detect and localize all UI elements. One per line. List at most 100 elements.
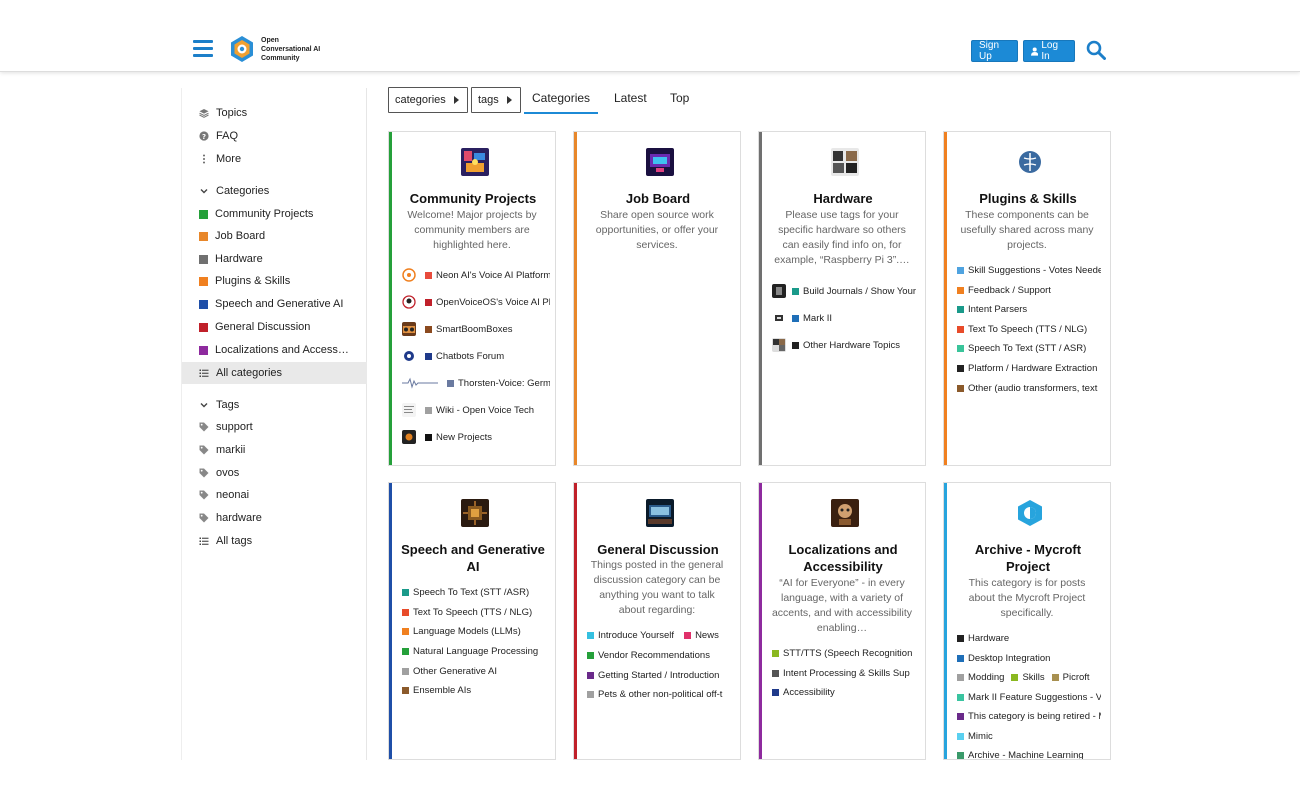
sidebar-item-tag-hardware[interactable]: hardware (182, 507, 367, 529)
category-card-archive-mycroft[interactable]: Archive - Mycroft Project This category … (943, 482, 1111, 760)
category-card-speech-generative-ai[interactable]: Speech and Generative AI Speech To Text … (388, 482, 556, 760)
subcategory-link[interactable]: Modding Skills Picroft (957, 672, 1101, 683)
sidebar-item-hardware[interactable]: Hardware (182, 248, 367, 270)
subcategory-link[interactable]: Ensemble AIs (402, 685, 546, 696)
category-card-localizations[interactable]: Localizations and Accessibility “AI for … (758, 482, 926, 760)
subcategory-label: Thorsten-Voice: German (458, 377, 550, 389)
category-title[interactable]: Community Projects (397, 190, 549, 207)
subcategory-link[interactable]: This category is being retired - Mycroft (957, 711, 1101, 722)
subcategory-swatch (425, 271, 432, 279)
subcategory-link[interactable]: New Projects (402, 430, 550, 444)
sidebar-item-topics[interactable]: Topics (182, 102, 367, 124)
subcategory-link[interactable]: Language Models (LLMs) (402, 626, 546, 637)
sidebar: Topics ? FAQ More Categories Community P… (181, 88, 367, 760)
site-logo[interactable]: Open Conversational AI Community (228, 35, 320, 63)
sidebar-item-more[interactable]: More (182, 148, 367, 170)
tags-section-toggle[interactable]: Tags (182, 394, 367, 416)
subcategory-link[interactable]: Text To Speech (TTS / NLG) (957, 324, 1101, 335)
tab-categories[interactable]: Categories (524, 91, 599, 114)
subcategory-link[interactable]: Chatbots Forum (402, 349, 550, 363)
subcategory-link[interactable]: Mark II Feature Suggestions - Votes (957, 692, 1101, 703)
category-title[interactable]: Plugins & Skills (952, 190, 1104, 207)
sidebar-item-job-board[interactable]: Job Board (182, 225, 367, 247)
subcategory-link[interactable]: Intent Processing & Skills Sup (772, 668, 916, 679)
subcategory-link[interactable]: Other Generative AI (402, 666, 546, 677)
subcategory-link[interactable]: Build Journals / Show Your (772, 284, 922, 298)
sidebar-item-tag-markii[interactable]: markii (182, 439, 367, 461)
subcategory-label: Neon AI's Voice AI Platform (436, 269, 550, 281)
subcategory-link[interactable]: Archive - Machine Learning (957, 750, 1101, 759)
category-logo-icon (831, 148, 859, 176)
sidebar-item-community-projects[interactable]: Community Projects (182, 203, 367, 225)
subcategory-link[interactable]: Desktop Integration (957, 653, 1101, 664)
search-icon[interactable] (1086, 40, 1106, 60)
subcategory-label: Hardware (968, 633, 1010, 644)
subcategory-link[interactable]: Accessibility (772, 687, 916, 698)
category-card-plugins-skills[interactable]: Plugins & Skills These components can be… (943, 131, 1111, 466)
categories-dropdown[interactable]: categories (388, 87, 468, 113)
subcategory-swatch (772, 650, 779, 657)
subcategory-link[interactable]: Platform / Hardware Extraction (957, 363, 1101, 374)
subcategory-link[interactable]: Introduce Yourself News (587, 630, 731, 641)
hamburger-menu-icon[interactable] (193, 40, 213, 58)
sidebar-item-speech-generative-ai[interactable]: Speech and Generative AI (182, 293, 367, 315)
sidebar-item-label: Plugins & Skills (215, 275, 291, 287)
sidebar-item-plugins-skills[interactable]: Plugins & Skills (182, 270, 367, 292)
subcategory-link[interactable]: Neon AI's Voice AI Platform (402, 268, 550, 282)
subcategory-label: Language Models (LLMs) (413, 626, 521, 637)
subcategory-link[interactable]: Mimic (957, 731, 1101, 742)
sidebar-item-all-categories[interactable]: All categories (182, 362, 367, 384)
tags-dropdown[interactable]: tags (471, 87, 521, 113)
category-card-job-board[interactable]: Job Board Share open source work opportu… (573, 131, 741, 466)
sign-up-button[interactable]: Sign Up (971, 40, 1018, 62)
tab-top[interactable]: Top (670, 91, 689, 105)
categories-section-toggle[interactable]: Categories (182, 180, 367, 202)
category-title[interactable]: Job Board (582, 190, 734, 207)
subcategory-link[interactable]: Skill Suggestions - Votes Needed (957, 265, 1101, 276)
subcategory-link[interactable]: Speech To Text (STT / ASR) (957, 343, 1101, 354)
category-title[interactable]: Speech and Generative AI (397, 541, 549, 575)
subcategory-swatch (957, 345, 964, 352)
subcategory-link[interactable]: Other (audio transformers, text (957, 383, 1101, 394)
tab-latest[interactable]: Latest (614, 91, 647, 105)
log-in-button[interactable]: Log In (1023, 40, 1075, 62)
subcategory-label[interactable]: Skills (1022, 672, 1044, 683)
sidebar-item-all-tags[interactable]: All tags (182, 530, 367, 552)
subcategory-link[interactable]: STT/TTS (Speech Recognition (772, 648, 916, 659)
subcategory-link[interactable]: Intent Parsers (957, 304, 1101, 315)
subcategory-link[interactable]: Text To Speech (TTS / NLG) (402, 607, 546, 618)
category-card-general-discussion[interactable]: General Discussion Things posted in the … (573, 482, 741, 760)
subcategory-link[interactable]: Speech To Text (STT /ASR) (402, 587, 546, 598)
category-title[interactable]: Localizations and Accessibility (767, 541, 919, 575)
subcategory-swatch (792, 287, 799, 295)
category-logo-icon (461, 499, 489, 527)
subcategory-link[interactable]: Getting Started / Introduction (587, 670, 731, 681)
category-card-hardware[interactable]: Hardware Please use tags for your specif… (758, 131, 926, 466)
subcategory-link[interactable]: OpenVoiceOS's Voice AI Platform (402, 295, 550, 309)
sidebar-item-tag-ovos[interactable]: ovos (182, 462, 367, 484)
subcategory-link[interactable]: Thorsten-Voice: German (402, 376, 550, 390)
subcategory-label[interactable]: News (695, 630, 719, 641)
category-title[interactable]: General Discussion (582, 541, 734, 558)
subcategory-link[interactable]: SmartBoomBoxes (402, 322, 550, 336)
subcategory-link[interactable]: Natural Language Processing (402, 646, 546, 657)
sidebar-item-general-discussion[interactable]: General Discussion (182, 316, 367, 338)
sidebar-item-localizations[interactable]: Localizations and Accessi… (182, 339, 367, 361)
subcategory-link[interactable]: Hardware (957, 633, 1101, 644)
subcategory-swatch (1011, 674, 1019, 681)
subcategory-link[interactable]: Wiki - Open Voice Tech (402, 403, 550, 417)
subcategory-swatch (587, 652, 594, 659)
category-card-community-projects[interactable]: Community Projects Welcome! Major projec… (388, 131, 556, 466)
category-title[interactable]: Archive - Mycroft Project (952, 541, 1104, 575)
subcategory-link[interactable]: Other Hardware Topics (772, 338, 922, 352)
sidebar-item-label: ovos (216, 467, 240, 479)
subcategory-link[interactable]: Mark II (772, 311, 922, 325)
subcategory-link[interactable]: Vendor Recommendations (587, 650, 731, 661)
category-title[interactable]: Hardware (767, 190, 919, 207)
sidebar-item-faq[interactable]: ? FAQ (182, 125, 367, 147)
subcategory-link[interactable]: Feedback / Support (957, 285, 1101, 296)
sidebar-item-tag-neonai[interactable]: neonai (182, 484, 367, 506)
subcategory-link[interactable]: Pets & other non-political off-t (587, 689, 731, 700)
sidebar-item-tag-support[interactable]: support (182, 416, 367, 438)
subcategory-label[interactable]: Picroft (1063, 672, 1090, 683)
